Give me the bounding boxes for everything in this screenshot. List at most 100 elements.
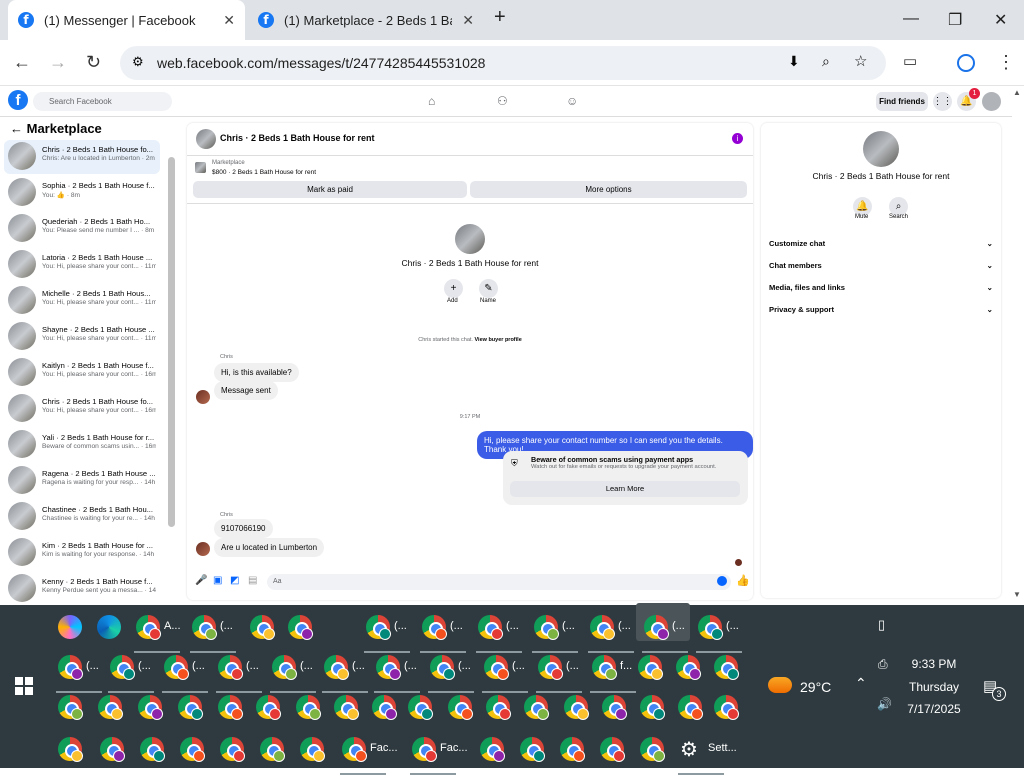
maximize-icon[interactable]: ❐ (948, 10, 962, 30)
tab-marketplace[interactable]: f (1) Marketplace - 2 Beds 1 Bath ✕ (248, 0, 484, 40)
list-item[interactable]: Ragena · 2 Beds 1 Bath House ... Ragena i… (4, 464, 160, 498)
task-label: (... (138, 660, 151, 672)
menu-grid-icon[interactable]: ⋮⋮ (933, 92, 953, 111)
clock-time[interactable]: 9:33 PM (906, 657, 962, 671)
list-item[interactable]: Michelle · 2 Beds 1 Bath Hous... You: Hi,… (4, 284, 160, 318)
view-buyer-profile-link[interactable]: View buyer profile (474, 337, 521, 343)
profile-badge-icon (533, 750, 545, 762)
back-icon[interactable]: ← (13, 52, 31, 73)
like-icon[interactable]: 👍 (736, 574, 750, 587)
account-icon[interactable] (982, 92, 1001, 111)
list-item[interactable]: Yali · 2 Beds 1 Bath House for r... Bewar… (4, 428, 160, 462)
message-bubble[interactable]: Hi, is this available? (214, 363, 299, 382)
facebook-logo[interactable]: f (8, 90, 28, 110)
more-options-button[interactable]: More options (470, 181, 747, 198)
sidebar-title: ← Marketplace (10, 121, 102, 136)
conversation-preview: Kim is waiting for your response. · 14h (42, 551, 155, 558)
chat-title[interactable]: Chris · 2 Beds 1 Bath House for rent (220, 133, 375, 143)
media-files-section[interactable]: Media, files and links ⌄ (769, 283, 993, 292)
forward-icon[interactable]: → (49, 52, 67, 73)
list-item[interactable]: Latoria · 2 Beds 1 Bath House ... You: Hi… (4, 248, 160, 282)
url-text[interactable]: web.facebook.com/messages/t/247742854455… (157, 55, 485, 71)
learn-more-button[interactable]: Learn More (510, 481, 740, 497)
back-arrow-icon[interactable]: ← (10, 121, 27, 136)
close-tab-icon[interactable]: ✕ (223, 12, 235, 29)
profile-badge-icon (435, 628, 447, 640)
message-input[interactable]: Aa (267, 574, 731, 590)
listing-info[interactable]: $800 · 2 Beds 1 Bath House for rent (212, 169, 316, 176)
message-bubble[interactable]: Message sent (214, 381, 278, 400)
find-friends-button[interactable]: Find friends (876, 92, 928, 111)
meet-icon[interactable]: ▯ (878, 617, 885, 633)
message-bubble[interactable]: 9107066190 (214, 519, 273, 538)
friends-icon[interactable]: ⚇ (497, 94, 508, 108)
clock-day[interactable]: Thursday (900, 680, 968, 694)
edit-name-icon[interactable]: ✎ (479, 279, 498, 298)
listing-thumbnail[interactable] (195, 162, 206, 173)
groups-icon[interactable]: ☺ (566, 94, 578, 108)
scrollbar[interactable] (168, 157, 175, 527)
network-icon[interactable]: ⎙ (878, 657, 888, 672)
page-scroll-down-icon[interactable]: ▼ (1013, 590, 1021, 599)
page-scroll-up-icon[interactable]: ▲ (1013, 88, 1021, 97)
list-item[interactable]: Quederiah · 2 Beds 1 Bath Ho... You: Plea… (4, 212, 160, 246)
minimize-icon[interactable]: — (903, 10, 919, 28)
tab-messenger[interactable]: f (1) Messenger | Facebook ✕ (8, 0, 245, 40)
home-icon[interactable]: ⌂ (428, 94, 435, 108)
chevron-up-icon[interactable]: ⌃ (855, 675, 867, 692)
list-item[interactable]: Kaitlyn · 2 Beds 1 Bath House f... You: H… (4, 356, 160, 390)
mark-as-paid-button[interactable]: Mark as paid (193, 181, 467, 198)
avatar[interactable] (196, 129, 216, 149)
avatar (8, 178, 36, 206)
sender-avatar[interactable] (196, 542, 210, 556)
volume-icon[interactable]: 🔊 (877, 697, 892, 711)
omnibox[interactable]: ⚙ web.facebook.com/messages/t/2477428544… (120, 46, 886, 80)
bookmark-star-icon[interactable]: ☆ (854, 52, 867, 70)
section-label: Media, files and links (769, 283, 845, 292)
customize-chat-section[interactable]: Customize chat ⌄ (769, 239, 993, 248)
start-icon[interactable] (15, 677, 33, 695)
zoom-icon[interactable]: ⌕ (822, 53, 830, 70)
search-input[interactable]: Search Facebook (33, 92, 172, 111)
reload-icon[interactable]: ↻ (86, 52, 101, 73)
list-item[interactable]: Chastinee · 2 Beds 1 Bath Hou... Chastine… (4, 500, 160, 534)
close-window-icon[interactable]: ✕ (994, 10, 1007, 30)
sender-avatar[interactable] (196, 390, 210, 404)
weather-icon[interactable] (768, 677, 792, 693)
add-person-icon[interactable]: + (444, 279, 463, 298)
profile-badge-icon (337, 668, 349, 680)
info-icon[interactable]: i (732, 133, 743, 144)
copilot-icon[interactable] (58, 615, 82, 639)
list-item[interactable]: Kenny · 2 Beds 1 Bath House f... Kenny Pe… (4, 572, 160, 606)
clock-date[interactable]: 7/17/2025 (900, 702, 968, 716)
photo-icon[interactable]: ▣ (213, 575, 222, 586)
list-item[interactable]: Kim · 2 Beds 1 Bath House for ... Kim is … (4, 536, 160, 570)
list-item[interactable]: Sophia · 2 Beds 1 Bath House f... You: 👍 … (4, 176, 160, 210)
close-tab-icon[interactable]: ✕ (462, 12, 474, 29)
gear-icon[interactable]: ⚙ (680, 737, 704, 761)
gif-icon[interactable]: ▤ (248, 575, 257, 586)
profile-avatar[interactable] (863, 131, 899, 167)
list-item[interactable]: Chris · 2 Beds 1 Bath House fo... Chris: … (4, 140, 160, 174)
edge-icon[interactable] (97, 615, 121, 639)
cast-icon[interactable]: ▭ (903, 52, 917, 70)
profile-avatar[interactable] (455, 224, 485, 254)
profile-icon[interactable] (957, 54, 975, 72)
list-item[interactable]: Chris · 2 Beds 1 Bath House fo... You: Hi… (4, 392, 160, 426)
site-info-icon[interactable]: ⚙ (132, 54, 144, 70)
message-bubble[interactable]: Are u located in Lumberton (214, 538, 325, 557)
privacy-support-section[interactable]: Privacy & support ⌄ (769, 305, 993, 314)
task-label: (... (512, 660, 525, 672)
new-tab-icon[interactable]: + (494, 6, 506, 29)
chat-members-section[interactable]: Chat members ⌄ (769, 261, 993, 270)
sticker-icon[interactable]: ◩ (230, 575, 239, 586)
conversation-name: Quederiah · 2 Beds 1 Bath Ho... (42, 217, 151, 226)
list-item[interactable]: Shayne · 2 Beds 1 Bath House ... You: Hi,… (4, 320, 160, 354)
profile-badge-icon (493, 750, 505, 762)
microphone-icon[interactable]: 🎤 (195, 575, 207, 586)
weather-temp[interactable]: 29°C (800, 679, 831, 695)
emoji-icon[interactable] (717, 576, 727, 586)
install-icon[interactable]: ⬇ (788, 53, 800, 70)
menu-dots-icon[interactable]: ⋮ (997, 52, 1015, 73)
task-label: (... (618, 620, 631, 632)
